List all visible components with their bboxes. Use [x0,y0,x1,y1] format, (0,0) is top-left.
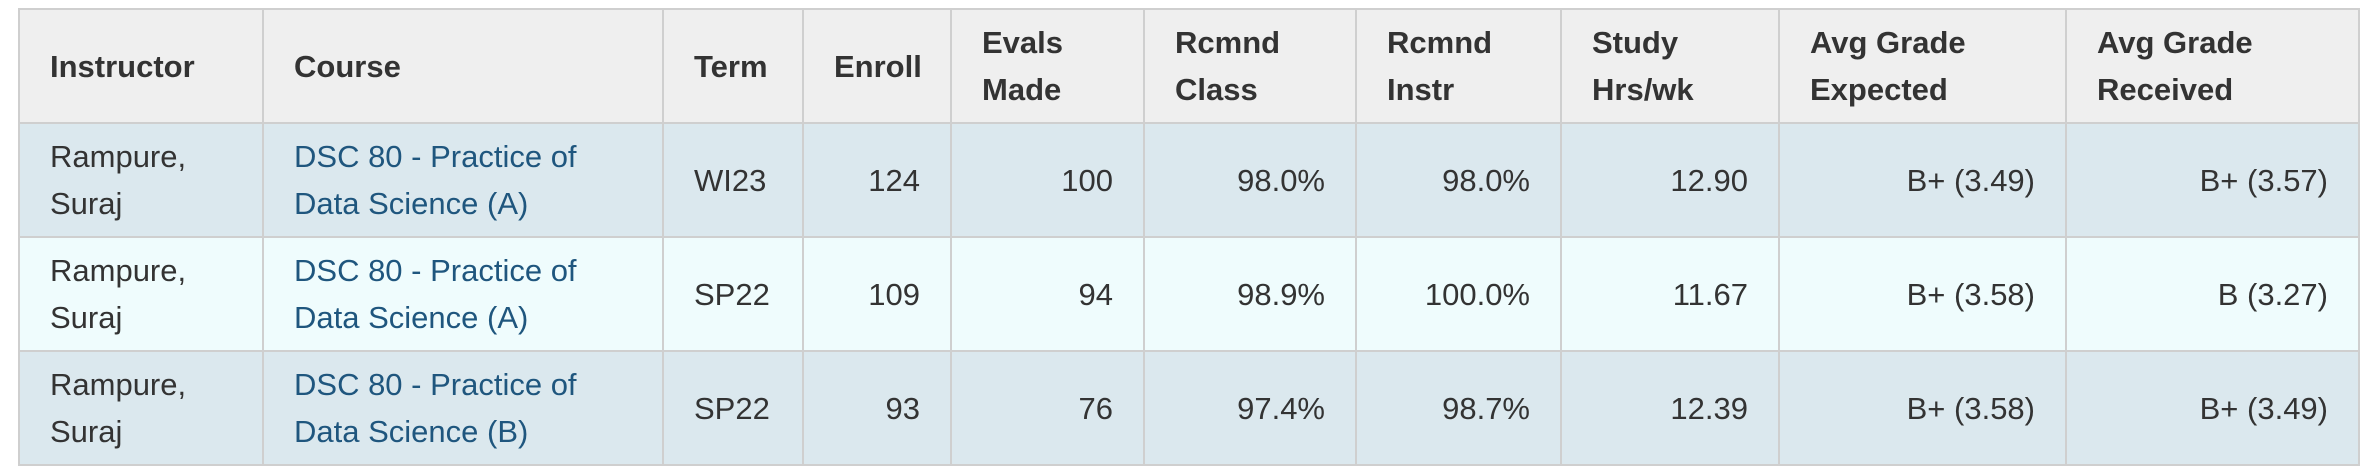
instructor-name-line1: Rampure, [50,367,187,402]
cell-grade-received: B (3.27) [2065,236,2360,352]
course-link-line1: DSC 80 - Practice of [294,253,577,288]
instructor-name-line1: Rampure, [50,139,187,174]
header-term-label: Term [694,48,768,84]
course-link-line2: Data Science (A) [294,300,529,335]
instructor-name-line2: Suraj [50,186,123,221]
cell-rcmnd-instr: 100.0% [1355,236,1562,352]
header-rcmnd-class-line1: Rcmnd [1175,25,1281,60]
cell-instructor: Rampure, Suraj [18,350,264,466]
header-rcmnd-instr-line1: Rcmnd [1387,25,1493,60]
header-enroll[interactable]: Enroll [802,8,952,124]
cell-grade-received: B+ (3.49) [2065,350,2360,466]
header-grade-expected[interactable]: Avg Grade Expected [1778,8,2067,124]
header-row: Instructor Course Term Enroll Evals Made … [18,8,2360,124]
course-link-line2: Data Science (A) [294,186,529,221]
cell-instructor: Rampure, Suraj [18,236,264,352]
cell-term: SP22 [662,236,804,352]
cell-study-hrs: 12.39 [1560,350,1780,466]
header-grade-received[interactable]: Avg Grade Received [2065,8,2360,124]
table-body: Rampure, Suraj DSC 80 - Practice of Data S… [18,122,2360,466]
cell-study-hrs: 12.90 [1560,122,1780,238]
header-received-line1: Avg Grade [2097,25,2253,60]
cell-term: SP22 [662,350,804,466]
header-rcmnd-class-line2: Class [1175,72,1258,107]
cell-rcmnd-instr: 98.0% [1355,122,1562,238]
header-expected-line1: Avg Grade [1810,25,1966,60]
cell-term: WI23 [662,122,804,238]
cell-rcmnd-class: 97.4% [1143,350,1357,466]
header-expected-line2: Expected [1810,72,1948,107]
course-link-line1: DSC 80 - Practice of [294,139,577,174]
cell-rcmnd-class: 98.9% [1143,236,1357,352]
evaluations-table: Instructor Course Term Enroll Evals Made … [18,8,2360,466]
course-link[interactable]: DSC 80 - Practice of Data Science (A) [294,253,577,335]
cell-rcmnd-instr: 98.7% [1355,350,1562,466]
header-received-line2: Received [2097,72,2234,107]
cell-enroll: 109 [802,236,952,352]
course-link[interactable]: DSC 80 - Practice of Data Science (A) [294,139,577,221]
course-link-line2: Data Science (B) [294,414,529,449]
cell-enroll: 93 [802,350,952,466]
header-evals-line1: Evals [982,25,1064,60]
cell-rcmnd-class: 98.0% [1143,122,1357,238]
cell-grade-expected: B+ (3.58) [1778,236,2067,352]
course-link-line1: DSC 80 - Practice of [294,367,577,402]
header-instructor[interactable]: Instructor [18,8,264,124]
cell-grade-received: B+ (3.57) [2065,122,2360,238]
table-row: Rampure, Suraj DSC 80 - Practice of Data S… [18,350,2360,466]
header-study-hrs[interactable]: Study Hrs/wk [1560,8,1780,124]
header-course[interactable]: Course [262,8,664,124]
header-study-line2: Hrs/wk [1592,72,1694,107]
cell-study-hrs: 11.67 [1560,236,1780,352]
table-row: Rampure, Suraj DSC 80 - Practice of Data S… [18,236,2360,352]
cell-evals-made: 94 [950,236,1145,352]
header-evals-made[interactable]: Evals Made [950,8,1145,124]
header-rcmnd-class[interactable]: Rcmnd Class [1143,8,1357,124]
cell-grade-expected: B+ (3.49) [1778,122,2067,238]
header-rcmnd-instr-line2: Instr [1387,72,1455,107]
cell-instructor: Rampure, Suraj [18,122,264,238]
header-study-line1: Study [1592,25,1679,60]
table-row: Rampure, Suraj DSC 80 - Practice of Data S… [18,122,2360,238]
header-evals-line2: Made [982,72,1062,107]
instructor-name-line2: Suraj [50,300,123,335]
table-header: Instructor Course Term Enroll Evals Made … [18,8,2360,124]
cell-course: DSC 80 - Practice of Data Science (B) [262,350,664,466]
header-course-label: Course [294,48,401,84]
header-term[interactable]: Term [662,8,804,124]
header-instructor-label: Instructor [50,48,195,84]
cell-grade-expected: B+ (3.58) [1778,350,2067,466]
instructor-name-line2: Suraj [50,414,123,449]
header-rcmnd-instr[interactable]: Rcmnd Instr [1355,8,1562,124]
instructor-name-line1: Rampure, [50,253,187,288]
cell-course: DSC 80 - Practice of Data Science (A) [262,236,664,352]
cell-evals-made: 76 [950,350,1145,466]
header-enroll-label: Enroll [834,48,922,84]
cell-enroll: 124 [802,122,952,238]
cell-course: DSC 80 - Practice of Data Science (A) [262,122,664,238]
cell-evals-made: 100 [950,122,1145,238]
course-link[interactable]: DSC 80 - Practice of Data Science (B) [294,367,577,449]
